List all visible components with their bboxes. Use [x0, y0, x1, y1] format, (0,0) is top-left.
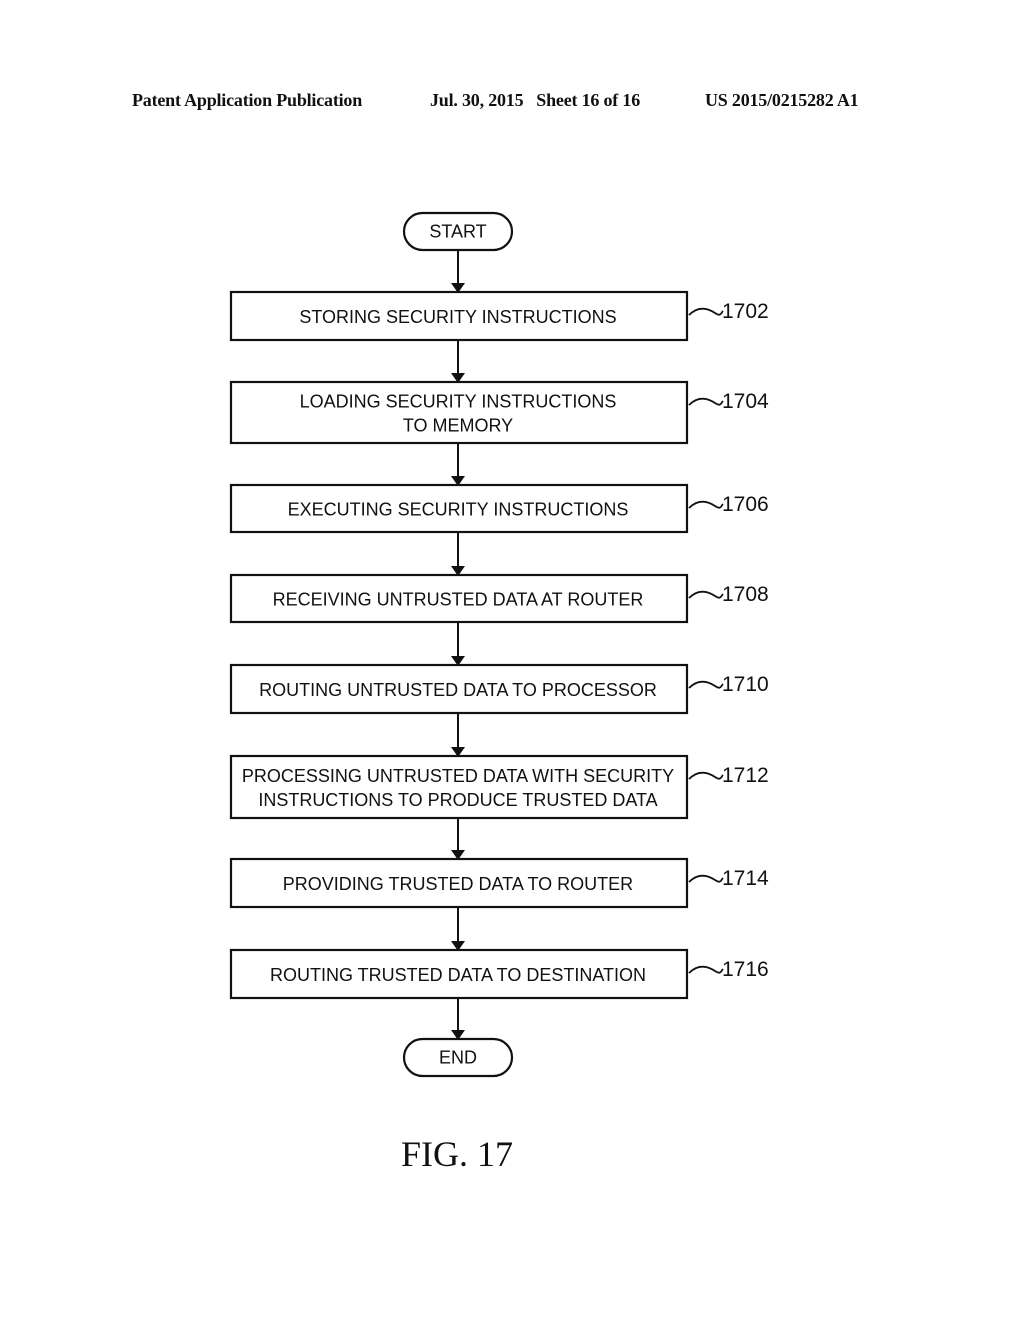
- reference-leader-1716: [688, 965, 724, 974]
- reference-numeral-1716: 1716: [722, 958, 769, 981]
- reference-leader-1710: [688, 680, 724, 689]
- flowchart: START STORING SECURITY INSTRUCTIONS 1702 LO…: [229, 211, 769, 1078]
- step-label-1708: RECEIVING UNTRUSTED DATA AT ROUTER: [273, 590, 644, 610]
- reference-numeral-1714: 1714: [722, 867, 769, 890]
- step-label-1712-line1: PROCESSING UNTRUSTED DATA WITH SECURITY: [242, 766, 674, 786]
- end-terminal-label: END: [439, 1048, 477, 1068]
- step-label-1704-line1: LOADING SECURITY INSTRUCTIONS: [300, 392, 617, 412]
- step-label-1712-line2: INSTRUCTIONS TO PRODUCE TRUSTED DATA: [258, 790, 657, 810]
- step-label-1704-line2: TO MEMORY: [403, 416, 513, 436]
- step-label-1716: ROUTING TRUSTED DATA TO DESTINATION: [270, 965, 646, 985]
- reference-numeral-1712: 1712: [722, 764, 769, 787]
- reference-leader-1714: [688, 874, 724, 883]
- reference-numeral-1708: 1708: [722, 583, 769, 606]
- reference-leader-1712: [688, 771, 724, 780]
- reference-numeral-1702: 1702: [722, 300, 769, 323]
- step-label-1710: ROUTING UNTRUSTED DATA TO PROCESSOR: [259, 680, 657, 700]
- reference-leader-1704: [688, 397, 724, 406]
- reference-numeral-1706: 1706: [722, 493, 769, 516]
- step-label-1706: EXECUTING SECURITY INSTRUCTIONS: [288, 500, 629, 520]
- reference-leader-1708: [688, 590, 724, 599]
- start-terminal-label: START: [429, 222, 486, 242]
- step-label-1702: STORING SECURITY INSTRUCTIONS: [299, 307, 616, 327]
- reference-numeral-1704: 1704: [722, 390, 769, 413]
- step-label-1714: PROVIDING TRUSTED DATA TO ROUTER: [283, 874, 633, 894]
- figure-label: FIG. 17: [400, 1134, 513, 1174]
- reference-leader-1706: [688, 500, 724, 509]
- reference-leader-1702: [688, 307, 724, 316]
- reference-numeral-1710: 1710: [722, 673, 769, 696]
